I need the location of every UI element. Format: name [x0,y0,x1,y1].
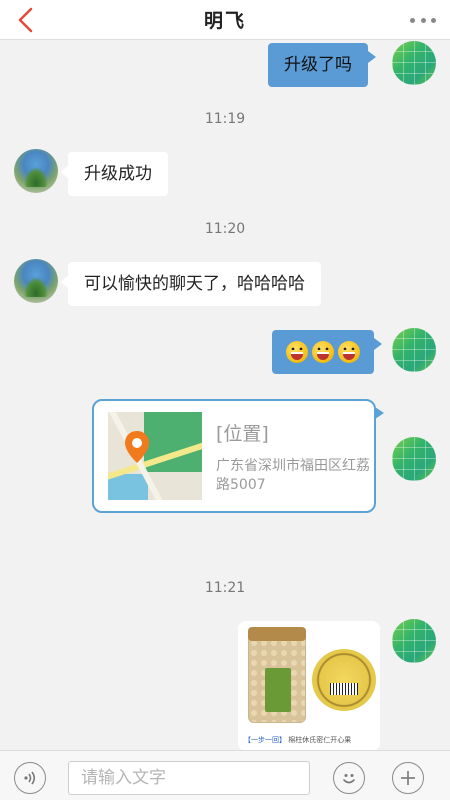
emoji-button[interactable] [333,762,365,794]
jar-lid [248,627,306,641]
more-button[interactable] [410,12,436,28]
message-input[interactable] [68,761,310,795]
location-address: 广东省深圳市福田区红荔路5007 [216,458,370,493]
more-dot [420,17,426,23]
plus-button[interactable] [392,762,424,794]
product-jar-image [248,627,306,723]
voice-icon [24,771,36,785]
timestamp: 11:21 [204,580,246,596]
my-avatar[interactable] [392,328,436,372]
my-avatar[interactable] [392,619,436,663]
back-button[interactable] [12,6,40,34]
message-bubble-sent-emoji[interactable] [272,330,382,374]
chat-area[interactable]: 升级了吗 11:19 升级成功 11:20 可以愉快的聊天了，哈哈哈哈 11:2… [0,41,450,750]
message-bubble-received[interactable]: 可以愉快的聊天了，哈哈哈哈 [60,262,321,306]
message-bubble-received[interactable]: 升级成功 [60,152,168,196]
grinning-emoji-icon [286,341,308,363]
input-bar [0,750,450,800]
chat-title: 明飞 [203,10,246,32]
more-dot [410,17,415,23]
plus-icon [401,771,415,785]
map-water [108,474,148,500]
message-text: 升级了吗 [284,55,352,75]
my-avatar[interactable] [392,41,436,85]
timestamp: 11:20 [204,221,246,237]
top-bar: 明飞 [0,0,450,40]
caption-brand: 【一步一回】 [244,736,286,744]
timestamp: 11:19 [204,111,246,127]
message-bubble-sent[interactable]: 升级了吗 [268,43,376,87]
jar-label [265,668,291,712]
avatar-image [24,167,48,187]
emoji-icon [343,774,355,784]
contact-avatar[interactable] [14,149,58,193]
contact-avatar[interactable] [14,259,58,303]
location-message-card[interactable]: [位置] 广东省深圳市福田区红荔路5007 [92,399,384,513]
chevron-left-icon [18,7,33,33]
message-text: 可以愉快的聊天了，哈哈哈哈 [84,274,305,294]
product-lid-image [312,649,376,711]
map-pin-icon [125,431,149,463]
grinning-emoji-icon [312,341,334,363]
more-dot [431,17,436,23]
caption-text: 棉柱休氏密仁开心果 [288,736,352,744]
my-avatar[interactable] [392,437,436,481]
image-caption: 【一步一回】 棉柱休氏密仁开心果 [244,735,380,745]
message-text: 升级成功 [84,164,152,184]
location-title: [位置] [216,423,269,445]
image-message[interactable]: 【一步一回】 棉柱休氏密仁开心果 [238,621,380,751]
grinning-emoji-icon [338,341,360,363]
barcode [330,683,358,695]
map-thumbnail [108,412,202,500]
voice-button[interactable] [14,762,46,794]
avatar-image [24,277,48,297]
